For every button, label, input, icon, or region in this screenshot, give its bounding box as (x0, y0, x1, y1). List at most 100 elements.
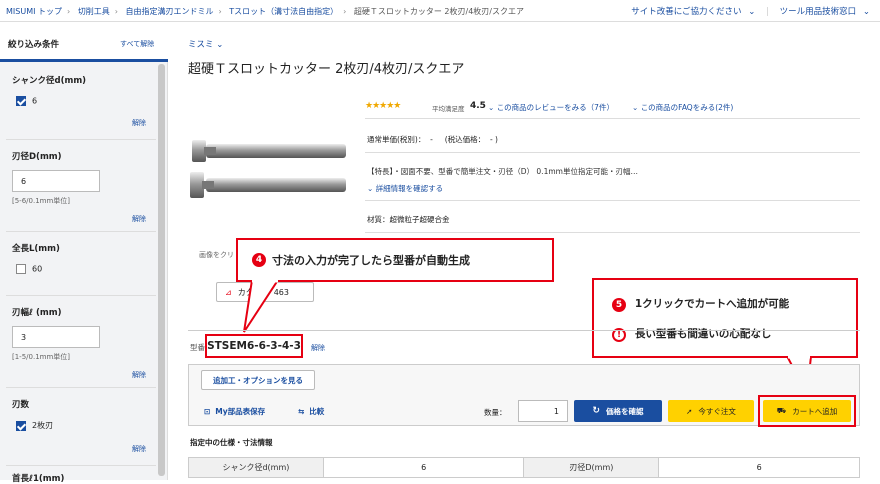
callout-5-line1: 5 1クリックでカートへ追加が可能 (612, 296, 789, 312)
filter-blade-width: 刃幅ℓ (mm) 3 [1-5/0.1mm単位] 解除 (6, 296, 156, 388)
clear-link[interactable]: 解除 (132, 370, 146, 380)
top-bar: MISUMI トップ › 切削工具 › 自由指定溝刃エンドミル › Tスロット（溝寸法… (0, 0, 880, 22)
breadcrumb-cutting-tools[interactable]: 切削工具 (78, 7, 110, 16)
callout-auto-part-number: 4 寸法の入力が完了したら型番が自動生成 (236, 238, 554, 282)
chevron-down-icon: ⌄ (488, 103, 495, 112)
breadcrumb-tslot[interactable]: Tスロット（溝寸法自由指定） (229, 7, 338, 16)
pdf-icon: ⊿ (225, 287, 232, 297)
order-now-button[interactable]: ➚ 今すぐ注文 (668, 400, 754, 422)
divider (365, 118, 860, 119)
reviews-link-label: この商品のレビューをみる（7件） (496, 103, 614, 112)
check-price-button[interactable]: ↻ 価格を確認 (574, 400, 662, 422)
part-number-clear-link[interactable]: 解除 (311, 343, 325, 353)
chevron-down-icon: ⌄ (632, 103, 639, 112)
chevron-down-icon: ⌄ (367, 184, 374, 193)
filter-section-title: 刃数 (12, 400, 30, 410)
site-feedback-link[interactable]: サイト改善にご協力ください (631, 7, 741, 17)
breadcrumb-endmill[interactable]: 自由指定溝刃エンドミル (126, 7, 214, 16)
filter-title: 絞り込み条件 (8, 40, 60, 50)
chevron-down-icon: ⌄ (748, 7, 756, 17)
product-image-tslot-cutter[interactable] (186, 138, 354, 198)
filter-option[interactable]: 2枚刃 (16, 420, 53, 431)
filter-sidebar: 絞り込み条件 すべて解除 シャンク径d(mm) 6 解除 刃径D(mm) 6 [… (0, 22, 168, 484)
rating-label: 平均満足度 (432, 105, 465, 113)
range-note: [1-5/0.1mm単位] (12, 353, 71, 361)
price-line: 通常単価(税別)： - (税込価格： - ) (367, 135, 498, 144)
spec-header-cell: 刃径D(mm) (523, 457, 660, 478)
faq-link[interactable]: ⌄ この商品のFAQをみる(2件) (632, 102, 733, 113)
clear-link[interactable]: 解除 (132, 118, 146, 128)
callout-add-to-cart: 5 1クリックでカートへ追加が可能 ! 長い型番も間違いの心配なし (592, 278, 858, 358)
callout-4-pointer (243, 280, 280, 333)
material-text: 材質：超微粒子超硬合金 (367, 215, 450, 224)
clear-link[interactable]: 解除 (132, 214, 146, 224)
filter-section-title: 刃幅ℓ (mm) (12, 308, 62, 318)
save-parts-list-button[interactable]: ⊡ My部品表保存 (204, 406, 265, 417)
refresh-icon: ↻ (592, 406, 601, 416)
brand-link[interactable]: ミスミ ⌄ (188, 38, 223, 50)
divider (365, 200, 860, 201)
tool-support-link[interactable]: ツール用品技術窓口 (780, 7, 857, 17)
spec-header-cell: シャンク径d(mm) (188, 457, 324, 478)
paper-plane-icon: ➚ (686, 406, 693, 416)
filter-section-title: 刃径D(mm) (12, 152, 62, 162)
faq-link-label: この商品のFAQをみる(2件) (640, 103, 734, 112)
callout-5-line2: ! 長い型番も間違いの心配なし (612, 326, 771, 342)
clear-all-link[interactable]: すべて解除 (120, 39, 154, 49)
filter-shank-diameter: シャンク径d(mm) 6 解除 (6, 64, 156, 140)
quantity-label: 数量： (484, 408, 507, 417)
options-button[interactable]: 追加工・オプションを見る (201, 370, 315, 390)
filter-flutes: 刃数 2枚刃 解除 (6, 388, 156, 466)
filter-total-length: 全長L(mm) 60 (6, 232, 156, 296)
filter-option[interactable]: 6 (16, 96, 37, 106)
divider (188, 330, 860, 331)
breadcrumb: MISUMI トップ › 切削工具 › 自由指定溝刃エンドミル › Tスロット（溝寸法… (6, 7, 525, 16)
sidebar-scrollbar[interactable] (158, 64, 165, 476)
callout-5-text: 1クリックでカートへ追加が可能 (634, 298, 790, 310)
add-to-cart-button[interactable]: ⛟ カートへ追加 (763, 400, 851, 422)
breadcrumb-home[interactable]: MISUMI トップ (6, 7, 62, 16)
rating-value: 4.5 (470, 101, 486, 111)
filter-section-title: シャンク径d(mm) (12, 76, 87, 86)
image-click-note: 画像をクリ (199, 251, 234, 259)
range-note: [5-6/0.1mm単位] (12, 197, 71, 205)
check-price-label: 価格を確認 (606, 406, 644, 416)
filter-section-title: 首長ℓ1(mm) (12, 474, 65, 484)
spec-value-cell: 6 (658, 457, 860, 478)
save-parts-label: My部品表保存 (215, 407, 266, 416)
filter-header: 絞り込み条件 すべて解除 (0, 22, 168, 62)
brand-label: ミスミ (188, 40, 214, 50)
order-now-label: 今すぐ注文 (698, 406, 736, 416)
detail-link[interactable]: ⌄ 詳細情報を確認する (367, 183, 443, 194)
spec-value-cell: 6 (322, 457, 525, 478)
chevron-down-icon: ⌄ (216, 40, 224, 50)
checkbox-checked[interactable] (16, 96, 26, 106)
divider (365, 232, 860, 233)
blade-diameter-input[interactable]: 6 (12, 170, 100, 192)
filter-option[interactable]: 60 (16, 264, 42, 274)
option-label: 6 (32, 96, 38, 106)
checkbox-checked[interactable] (16, 420, 26, 431)
blade-width-input[interactable]: 3 (12, 326, 100, 348)
compare-arrows-icon: ⇆ (298, 407, 305, 416)
reviews-link[interactable]: ⌄ この商品のレビューをみる（7件） (488, 102, 614, 113)
filter-blade-diameter: 刃径D(mm) 6 [5-6/0.1mm単位] 解除 (6, 140, 156, 232)
divider (365, 152, 860, 153)
option-label: 2枚刃 (32, 421, 54, 430)
part-number-value: STSEM6-6-3-4-3 (205, 334, 303, 358)
clear-link[interactable]: 解除 (132, 444, 146, 454)
spec-heading: 指定中の仕様・寸法情報 (190, 438, 273, 447)
rating-stars-icon: ★★★★★ (365, 101, 401, 111)
chevron-down-icon: ⌄ (862, 7, 870, 17)
compare-label: 比較 (309, 407, 325, 416)
step-4-badge: 4 (252, 253, 266, 267)
step-5-badge: 5 (612, 297, 626, 312)
table-row: シャンク径d(mm) 6 刃径D(mm) 6 (188, 457, 860, 478)
checkbox-unchecked[interactable] (16, 264, 26, 274)
callout-4-text: 寸法の入力が完了したら型番が自動生成 (272, 254, 470, 267)
breadcrumb-current: 超硬Ｔスロットカッター 2枚刃/4枚刃/スクエア (353, 7, 525, 16)
add-to-cart-label: カートへ追加 (792, 406, 838, 416)
compare-button[interactable]: ⇆ 比較 (298, 406, 324, 417)
detail-link-label: 詳細情報を確認する (375, 184, 444, 193)
quantity-input[interactable]: 1 (518, 400, 568, 422)
